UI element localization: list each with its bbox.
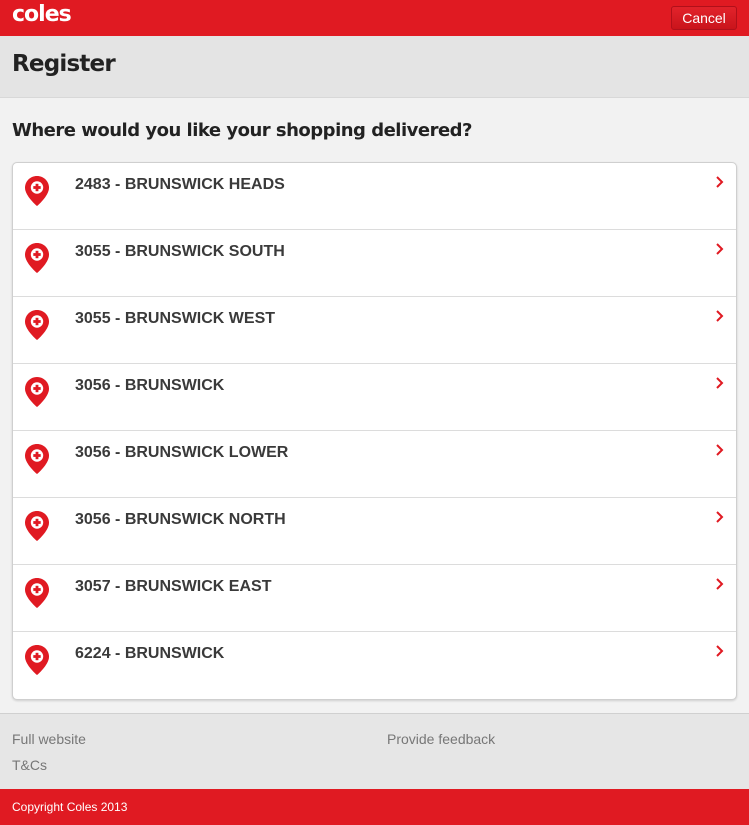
location-pin-icon	[25, 444, 49, 474]
location-pin-icon	[25, 511, 49, 541]
top-bar: coles Cancel	[0, 0, 749, 36]
location-pin-icon	[25, 377, 49, 407]
full-website-link[interactable]: Full website	[12, 731, 86, 747]
location-label: 3056 - BRUNSWICK	[75, 377, 225, 394]
location-row[interactable]: 3056 - BRUNSWICK LOWER	[13, 431, 736, 498]
location-label: 3057 - BRUNSWICK EAST	[75, 578, 272, 595]
location-label: 3056 - BRUNSWICK LOWER	[75, 444, 289, 461]
location-row[interactable]: 3056 - BRUNSWICK	[13, 364, 736, 431]
location-pin-icon	[25, 645, 49, 675]
location-row[interactable]: 6224 - BRUNSWICK	[13, 632, 736, 699]
chevron-right-icon	[716, 578, 724, 590]
chevron-right-icon	[716, 176, 724, 188]
location-row[interactable]: 3056 - BRUNSWICK NORTH	[13, 498, 736, 565]
location-pin-icon	[25, 176, 49, 206]
location-row[interactable]: 2483 - BRUNSWICK HEADS	[13, 163, 736, 230]
location-label: 3055 - BRUNSWICK WEST	[75, 310, 276, 327]
copyright-text: Copyright Coles 2013	[12, 800, 128, 814]
location-row[interactable]: 3057 - BRUNSWICK EAST	[13, 565, 736, 632]
location-label: 2483 - BRUNSWICK HEADS	[75, 176, 285, 193]
location-row[interactable]: 3055 - BRUNSWICK SOUTH	[13, 230, 736, 297]
location-label: 3056 - BRUNSWICK NORTH	[75, 511, 286, 528]
location-pin-icon	[25, 578, 49, 608]
copyright-bar: Copyright Coles 2013	[0, 789, 749, 825]
location-pin-icon	[25, 243, 49, 273]
chevron-right-icon	[716, 444, 724, 456]
cancel-button[interactable]: Cancel	[671, 6, 737, 30]
delivery-question: Where would you like your shopping deliv…	[12, 120, 472, 141]
chevron-right-icon	[716, 310, 724, 322]
title-bar: Register	[0, 36, 749, 98]
terms-link[interactable]: T&Cs	[12, 757, 47, 773]
location-pin-icon	[25, 310, 49, 340]
location-list: 2483 - BRUNSWICK HEADS 3055 - BRUNSWICK …	[12, 162, 737, 700]
chevron-right-icon	[716, 377, 724, 389]
location-row[interactable]: 3055 - BRUNSWICK WEST	[13, 297, 736, 364]
coles-logo[interactable]: coles	[12, 1, 72, 29]
page-title: Register	[12, 51, 116, 77]
chevron-right-icon	[716, 511, 724, 523]
footer: Full website Provide feedback T&Cs	[0, 713, 749, 789]
chevron-right-icon	[716, 243, 724, 255]
location-label: 3055 - BRUNSWICK SOUTH	[75, 243, 285, 260]
provide-feedback-link[interactable]: Provide feedback	[387, 731, 495, 747]
chevron-right-icon	[716, 645, 724, 657]
location-label: 6224 - BRUNSWICK	[75, 645, 225, 662]
